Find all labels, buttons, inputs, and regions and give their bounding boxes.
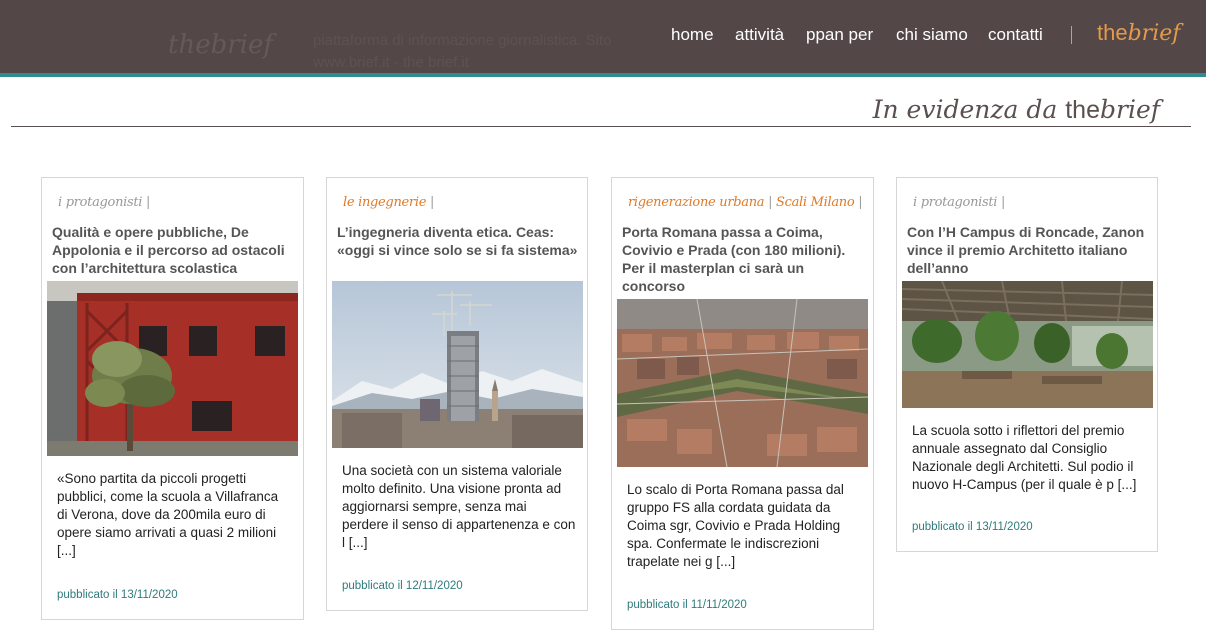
category-tag[interactable]: le ingegnerie <box>343 195 426 210</box>
main-nav: home attività ppan per chi siamo contatt… <box>0 25 1206 49</box>
category-tag[interactable]: rigenerazione urbana <box>628 195 765 210</box>
publish-date: pubblicato il 11/11/2020 <box>627 599 747 611</box>
category-tags: i protagonisti | <box>58 195 151 210</box>
site-header: thebrief piattaforma di informazione gio… <box>0 0 1206 73</box>
publish-date: pubblicato il 13/11/2020 <box>912 521 1033 533</box>
category-tags: le ingegnerie | <box>343 195 435 210</box>
article-excerpt: La scuola sotto i riflettori del premio … <box>912 423 1137 492</box>
article-excerpt: Lo scalo di Porta Romana passa dal grupp… <box>627 482 844 569</box>
category-tag[interactable]: i protagonisti <box>58 195 142 210</box>
section-divider <box>11 126 1191 127</box>
nav-chi-siamo[interactable]: chi siamo <box>896 25 968 45</box>
article-excerpt: Una società con un sistema valoriale mol… <box>342 463 576 550</box>
article-card[interactable]: rigenerazione urbana | Scali Milano | Po… <box>611 177 874 630</box>
article-image[interactable] <box>332 281 583 448</box>
article-excerpt: «Sono partita da piccoli progetti pubbli… <box>57 471 279 558</box>
header-accent-line <box>0 73 1206 77</box>
publish-date: pubblicato il 13/11/2020 <box>57 589 178 601</box>
category-tag[interactable]: i protagonisti <box>913 195 997 210</box>
article-title[interactable]: Con l’H Campus di Roncade, Zanon vince i… <box>907 223 1155 277</box>
publish-date: pubblicato il 12/11/2020 <box>342 580 463 592</box>
category-tag[interactable]: Scali Milano <box>776 195 855 210</box>
article-image[interactable] <box>617 299 868 467</box>
article-title[interactable]: Qualità e opere pubbliche, De Appolonia … <box>52 223 300 277</box>
article-card[interactable]: i protagonisti | Con l’H Campus di Ronca… <box>896 177 1158 552</box>
nav-ppan-per[interactable]: ppan per <box>806 25 873 45</box>
nav-home[interactable]: home <box>671 25 714 45</box>
nav-contatti[interactable]: contatti <box>988 25 1043 45</box>
article-image[interactable] <box>902 281 1153 408</box>
nav-attivita[interactable]: attività <box>735 25 784 45</box>
article-card[interactable]: i protagonisti | Qualità e opere pubblic… <box>41 177 304 620</box>
article-image[interactable] <box>47 281 298 456</box>
category-tags: i protagonisti | <box>913 195 1006 210</box>
category-tags: rigenerazione urbana | Scali Milano | <box>628 195 863 210</box>
brand-logo[interactable]: thebrief <box>1097 20 1180 46</box>
section-title: In evidenza da thebrief <box>872 95 1160 124</box>
article-title[interactable]: Porta Romana passa a Coima, Covivio e Pr… <box>622 223 870 295</box>
article-card[interactable]: le ingegnerie | L’ingegneria diventa eti… <box>326 177 588 611</box>
article-title[interactable]: L’ingegneria diventa etica. Ceas: «oggi … <box>337 223 585 259</box>
nav-divider <box>1071 26 1072 44</box>
